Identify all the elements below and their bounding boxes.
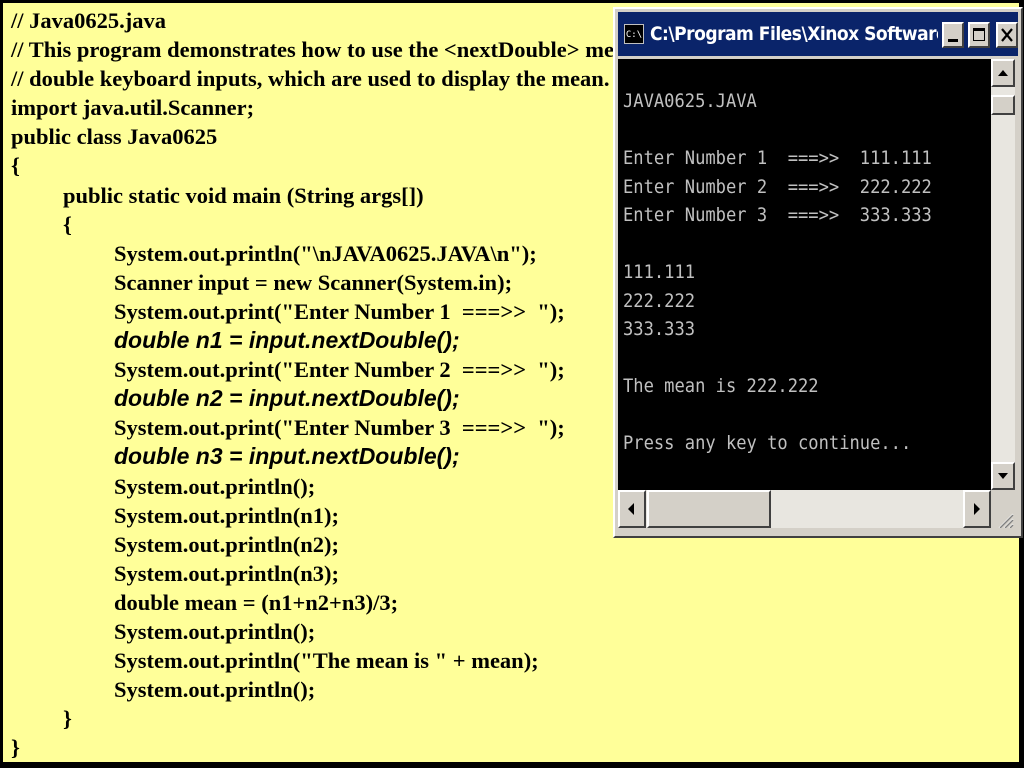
console-output-line bbox=[623, 116, 932, 145]
arrow-down-icon bbox=[998, 473, 1008, 479]
console-title-bar[interactable]: C:\ C:\Program Files\Xinox Software\JCre… bbox=[618, 12, 1018, 56]
maximize-button[interactable] bbox=[968, 22, 990, 48]
minimize-icon bbox=[948, 39, 958, 42]
console-output-line: JAVA0625.JAVA bbox=[623, 90, 757, 112]
code-line: System.out.println(); bbox=[114, 677, 316, 703]
console-output-line: The mean is 222.222 bbox=[623, 375, 819, 397]
arrow-left-icon bbox=[628, 503, 634, 515]
code-line: System.out.println(); bbox=[114, 618, 316, 644]
scroll-up-button[interactable] bbox=[991, 59, 1015, 87]
code-line: } bbox=[11, 735, 20, 761]
vertical-scrollbar[interactable] bbox=[991, 59, 1015, 490]
console-output-line: Press any key to continue... bbox=[623, 432, 912, 454]
minimize-button[interactable] bbox=[942, 22, 964, 48]
scroll-down-button[interactable] bbox=[991, 462, 1015, 490]
console-output-line: 333.333 bbox=[623, 318, 696, 340]
close-button[interactable] bbox=[996, 22, 1018, 48]
maximize-icon bbox=[973, 28, 985, 41]
console-output-line: 222.222 bbox=[623, 289, 696, 312]
resize-grip[interactable] bbox=[991, 490, 1015, 529]
console-output-line bbox=[623, 344, 932, 373]
console-output-line: Enter Number 1 ===>> 111.111 bbox=[623, 147, 932, 169]
console-window[interactable]: C:\ C:\Program Files\Xinox Software\JCre… bbox=[613, 7, 1023, 538]
console-output-area[interactable]: JAVA0625.JAVA Enter Number 1 ===>> 111.11… bbox=[618, 59, 991, 490]
resize-grip-icon bbox=[998, 513, 1014, 529]
console-output-line: 111.111 bbox=[623, 261, 696, 283]
console-output: JAVA0625.JAVA Enter Number 1 ===>> 111.11… bbox=[623, 87, 966, 458]
close-icon bbox=[1001, 28, 1013, 42]
arrow-up-icon bbox=[998, 70, 1008, 76]
code-line: } bbox=[63, 706, 72, 732]
code-line: System.out.println("The mean is " + mean… bbox=[114, 648, 539, 674]
console-output-line: Enter Number 2 ===>> 222.222 bbox=[623, 175, 932, 198]
vertical-scroll-thumb[interactable] bbox=[991, 95, 1015, 115]
code-line: double mean = (n1+n2+n3)/3; bbox=[114, 589, 399, 615]
arrow-right-icon bbox=[974, 503, 980, 515]
code-line: System.out.println(n3); bbox=[114, 560, 340, 586]
scroll-right-button[interactable] bbox=[963, 490, 991, 528]
console-output-line: Enter Number 3 ===>> 333.333 bbox=[623, 204, 932, 226]
scroll-left-button[interactable] bbox=[618, 490, 646, 528]
horizontal-scrollbar[interactable] bbox=[618, 490, 991, 528]
console-window-title: C:\Program Files\Xinox Software\JCreator… bbox=[650, 23, 938, 45]
horizontal-scroll-thumb[interactable] bbox=[647, 490, 771, 528]
console-output-line bbox=[623, 230, 932, 259]
console-app-icon[interactable]: C:\ bbox=[624, 24, 644, 44]
console-output-line bbox=[623, 401, 932, 430]
